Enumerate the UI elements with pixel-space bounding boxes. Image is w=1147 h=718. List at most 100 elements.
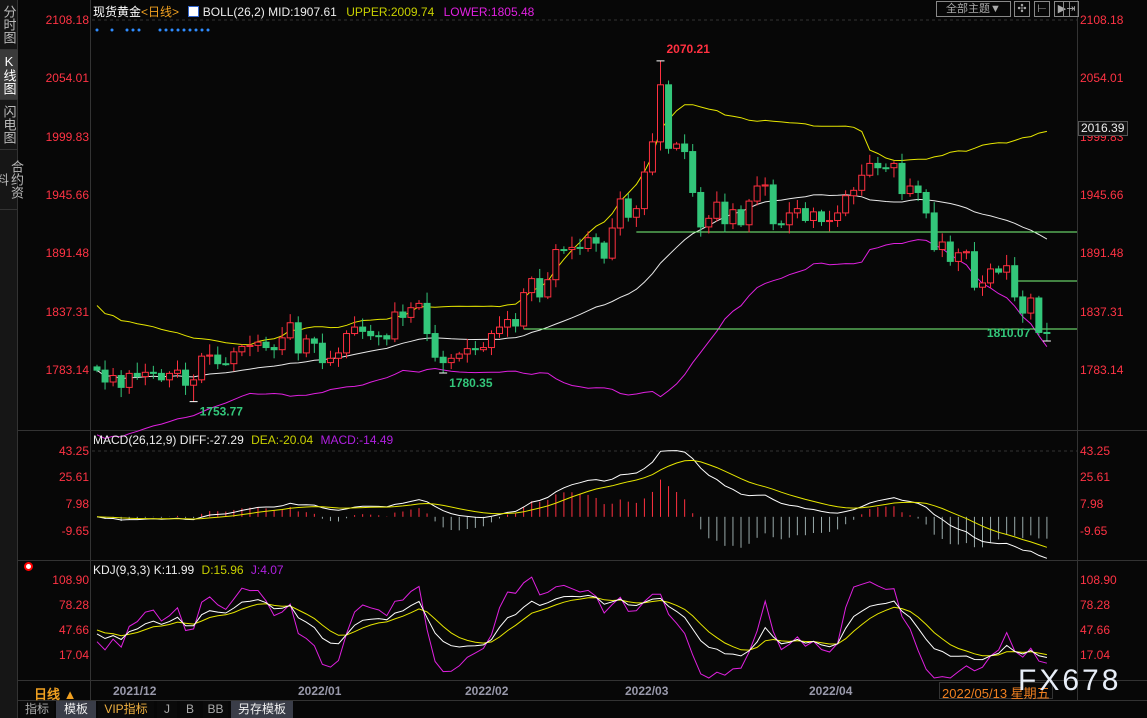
macd-dea: DEA:-20.04 [251,433,314,447]
candle-body [657,84,664,143]
price-axis-label: 1783.14 [45,363,89,377]
candle-body [737,209,745,226]
candle-body [198,355,206,381]
candle-body [383,335,391,340]
candle-body [359,326,367,332]
indicator-icon[interactable] [188,6,200,17]
candle-body [713,201,721,219]
candle-body [182,369,190,386]
kdj-j-line [96,576,1048,679]
candle-body [1011,265,1019,298]
kdj-k-line [96,594,1048,661]
candle-body [471,348,479,351]
candle-body [270,347,278,351]
candle-body [254,341,262,346]
candle-body [246,344,254,347]
candle-body [898,162,906,195]
kline-chart[interactable]: 1753.77 1780.35 2070.21 1810.07 [0,0,1147,718]
signal-dot [194,28,198,32]
macd-axis-label: 43.25 [58,444,89,458]
symbol-name: 现货黄金 [93,5,142,19]
candle-body [431,333,439,358]
kdj-j: J:4.07 [250,563,284,577]
tab-vip-indicators[interactable]: VIP指标 [98,701,154,718]
tab-templates[interactable]: 模板 [56,701,96,718]
candle-body [101,369,109,383]
candle-body [93,366,101,371]
kdj-k: K:11.99 [153,563,195,577]
candle-body [391,311,399,340]
candle-body [399,311,407,318]
macd-title: MACD(26,12,9) [93,433,177,447]
candle-body [447,357,455,364]
candle-body [834,212,842,221]
candle-body [415,302,423,309]
candle-body [294,322,302,354]
boll-upper-line [96,104,1048,346]
scroll-end-icon[interactable]: ⇥ [1063,1,1079,17]
candle-body [544,279,552,298]
macd-value: MACD:-14.49 [320,433,394,447]
candle-body [125,372,133,388]
zoom-range-icon[interactable]: ⊢ [1034,1,1050,17]
price-axis-label: 1783.14 [1080,363,1124,377]
candle-body [689,151,697,193]
candle-body [278,337,286,351]
kdj-axis-label: 78.28 [1080,598,1111,612]
macd-axis-label: 7.98 [65,497,89,511]
signal-dot [110,28,114,32]
candle-body [608,227,616,259]
candle-body [866,162,874,176]
tab-indicators[interactable]: 指标 [20,701,54,718]
candle-body [681,143,689,153]
candle-body [310,338,318,344]
kdj-axis-label: 47.66 [58,623,89,637]
candle-body [222,363,230,366]
kdj-axis-label: 17.04 [58,648,89,662]
tab-save-template[interactable]: 另存模板 [231,701,293,718]
candle-body [165,372,173,381]
period-label: <日线> [141,5,180,19]
candle-body [512,319,520,327]
tab-j[interactable]: J [157,701,177,718]
price-axis-label: 1945.66 [45,188,89,202]
extreme-label: 1753.77 [200,405,244,419]
price-axis-label: 2054.01 [1080,71,1124,85]
candle-body [520,292,528,327]
price-axis-label: 1837.31 [1080,305,1124,319]
candle-body [109,375,117,383]
tab-bb[interactable]: BB [203,701,228,718]
candle-body [439,356,447,364]
candle-body [576,246,584,249]
kdj-d-line [96,597,1047,657]
theme-dropdown[interactable]: 全部主题▼ [936,1,1011,17]
boll-upper: UPPER:2009.74 [346,5,435,19]
price-axis-label: 1837.31 [45,305,89,319]
alert-icon[interactable] [24,562,33,571]
kdj-axis-label: 47.66 [1080,623,1111,637]
signal-dot [188,28,192,32]
candle-body [455,353,463,359]
crosshair-icon[interactable]: ✣ [1014,1,1030,17]
candle-body [117,375,125,388]
candle-body [335,352,342,359]
candle-body [592,237,600,244]
kdj-title: KDJ(9,3,3) [93,563,151,577]
signal-dot [158,28,162,32]
price-axis-label: 1999.83 [45,130,89,144]
candle-body [761,184,769,187]
boll-lower: LOWER:1805.48 [443,5,535,19]
candle-body [842,195,850,214]
candle-body [286,322,294,339]
candle-body [890,162,898,169]
candle-body [995,268,1003,273]
candle-body [1003,265,1011,273]
candle-body [487,333,495,349]
candle-body [552,249,560,281]
candle-body [262,341,270,349]
kdj-d: D:15.96 [201,563,244,577]
kdj-axis-label: 17.04 [1080,648,1111,662]
candle-body [238,345,246,353]
candle-body [665,84,673,149]
tab-b[interactable]: B [180,701,200,718]
